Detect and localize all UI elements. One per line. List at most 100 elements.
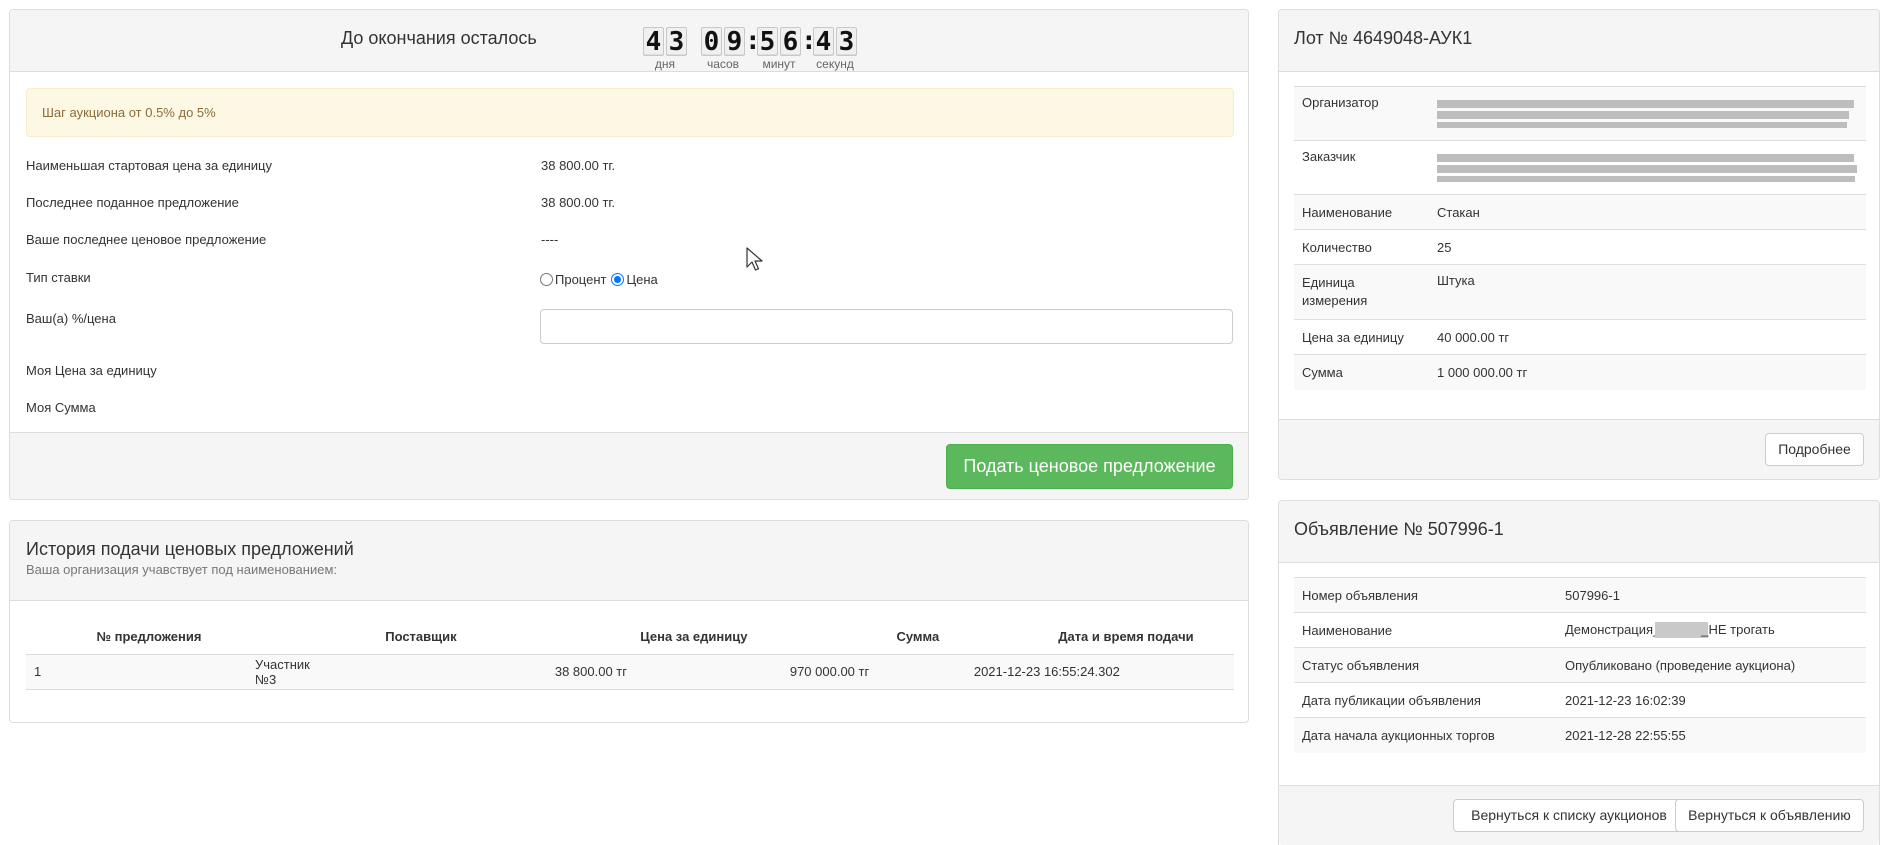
bet-type-radio-group: Процент Цена — [540, 272, 658, 287]
digit: 6 — [780, 27, 801, 56]
details-button[interactable]: Подробнее — [1765, 433, 1864, 466]
row-label: Единица измерения — [1294, 264, 1429, 320]
countdown-timer: 4 3 дня 0 9 часов : 5 6 минут: 4 3 секу… — [643, 27, 857, 71]
lot-title: Лот № 4649048-АУК1 — [1279, 10, 1879, 72]
table-row: Сумма 1 000 000.00 тг — [1294, 354, 1866, 390]
back-to-announcement-button[interactable]: Вернуться к объявлению — [1675, 799, 1864, 832]
table-row: Заказчик — [1294, 140, 1866, 195]
countdown-unit-days: дня — [654, 57, 676, 71]
table-row: Наименование Демонстрация_ _НЕ трогать — [1294, 612, 1866, 648]
back-to-list-button[interactable]: Вернуться к списку аукционов — [1453, 799, 1685, 832]
countdown-unit-hours: часов — [706, 57, 740, 71]
table-cell: 38 800.00 тг — [555, 654, 818, 690]
countdown-separator: : — [801, 26, 817, 56]
last-offer-value: 38 800.00 тг. — [541, 195, 616, 210]
your-last-offer-value: ---- — [541, 232, 559, 247]
row-value: Опубликовано (проведение аукциона) — [1557, 647, 1866, 683]
row-label: Наименование — [1294, 612, 1557, 648]
name-suffix: _НЕ трогать — [1701, 621, 1775, 637]
row-value: 25 — [1429, 229, 1866, 265]
digit: 0 — [701, 27, 722, 56]
row-label: Заказчик — [1294, 140, 1429, 195]
table-row: Дата начала аукционных торгов 2021-12-28… — [1294, 717, 1866, 753]
lot-footer: Подробнее — [1279, 419, 1879, 479]
organizer-value-redacted — [1429, 86, 1866, 141]
history-header: История подачи ценовых предложений Ваша … — [10, 521, 1248, 601]
countdown-days: 4 3 дня — [643, 27, 687, 71]
row-value: Демонстрация_ _НЕ трогать — [1557, 612, 1866, 648]
announcement-panel: Объявление № 507996-1 Номер объявления 5… — [1278, 500, 1880, 845]
table-row: 1 Участник №3 38 800.00 тг 970 000.00 тг… — [26, 654, 1234, 690]
table-row: Единица измерения Штука — [1294, 264, 1866, 320]
column-header: Поставщик — [272, 619, 570, 655]
countdown-minutes: 5 6 минут — [757, 27, 801, 71]
table-cell: 1 — [26, 654, 272, 690]
row-value: 40 000.00 тг — [1429, 319, 1866, 355]
row-value: 1 000 000.00 тг — [1429, 354, 1866, 390]
my-sum-label: Моя Сумма — [26, 400, 96, 415]
announcement-footer: Вернуться к списку аукционов Вернуться к… — [1279, 785, 1879, 845]
radio-price[interactable] — [611, 273, 625, 286]
lot-panel: Лот № 4649048-АУК1 Организатор Заказчик … — [1278, 9, 1880, 480]
row-value: Штука — [1429, 264, 1866, 320]
your-last-offer-label: Ваше последнее ценовое предложение — [26, 232, 267, 247]
table-row: Номер объявления 507996-1 — [1294, 577, 1866, 613]
countdown-label: До окончания осталось — [341, 28, 537, 48]
row-value: 507996-1 — [1557, 577, 1866, 613]
digit: 9 — [724, 27, 745, 56]
column-header: Цена за единицу — [569, 619, 818, 655]
radio-price-label[interactable]: Цена — [626, 272, 657, 287]
customer-value-redacted — [1429, 140, 1866, 195]
bet-type-label: Тип ставки — [26, 270, 91, 285]
countdown-separator: : — [745, 26, 761, 56]
table-row: Дата публикации объявления 2021-12-23 16… — [1294, 682, 1866, 718]
table-row: Наименование Стакан — [1294, 194, 1866, 230]
countdown-seconds: 4 3 секунд — [813, 27, 857, 71]
row-label: Наименование — [1294, 194, 1429, 230]
row-label: Цена за единицу — [1294, 319, 1429, 355]
name-prefix: Демонстрация_ — [1565, 621, 1661, 637]
row-label: Сумма — [1294, 354, 1429, 390]
row-label: Организатор — [1294, 86, 1429, 141]
table-row: Цена за единицу 40 000.00 тг — [1294, 319, 1866, 355]
digit: 4 — [643, 27, 664, 56]
submit-bid-button[interactable]: Подать ценовое предложение — [946, 444, 1233, 489]
history-subtitle: Ваша организация учавствует под наименов… — [26, 562, 338, 577]
lowest-start-price-value: 38 800.00 тг. — [541, 158, 616, 173]
digit: 4 — [813, 27, 834, 56]
row-label: Номер объявления — [1294, 577, 1557, 613]
row-value: 2021-12-28 22:55:55 — [1557, 717, 1866, 753]
last-offer-label: Последнее поданное предложение — [26, 195, 239, 210]
mouse-cursor-icon — [746, 247, 763, 271]
countdown-unit-minutes: минут — [762, 57, 796, 71]
announcement-info-table: Номер объявления 507996-1 Наименование Д… — [1294, 577, 1866, 753]
row-label: Статус объявления — [1294, 647, 1557, 683]
row-value: Стакан — [1429, 194, 1866, 230]
row-label: Дата публикации объявления — [1294, 682, 1557, 718]
column-header: Дата и время подачи — [1017, 619, 1234, 655]
history-title: История подачи ценовых предложений — [26, 539, 354, 559]
table-cell: 2021-12-23 16:55:24.302 — [974, 654, 1234, 690]
digit: 3 — [666, 27, 687, 56]
digit: 3 — [836, 27, 857, 56]
history-table: № предложения Поставщик Цена за единицу … — [26, 619, 1234, 690]
your-value-label: Ваш(а) %/цена — [26, 311, 116, 326]
radio-percent[interactable] — [540, 273, 553, 286]
lowest-start-price-label: Наименьшая стартовая цена за единицу — [26, 158, 273, 173]
bid-panel: До окончания осталось 4 3 дня 0 9 часов … — [9, 9, 1249, 500]
digit: 5 — [757, 27, 778, 56]
row-value: 2021-12-23 16:02:39 — [1557, 682, 1866, 718]
table-row: Количество 25 — [1294, 229, 1866, 265]
countdown-header: До окончания осталось 4 3 дня 0 9 часов … — [10, 10, 1248, 72]
auction-step-alert: Шаг аукциона от 0.5% до 5% — [26, 88, 1234, 137]
countdown-unit-seconds: секунд — [816, 57, 854, 71]
announcement-title: Объявление № 507996-1 — [1279, 501, 1879, 563]
table-cell: Участник №3 — [255, 654, 570, 690]
countdown-hours: 0 9 часов — [701, 27, 745, 71]
column-header: № предложения — [26, 619, 272, 655]
lot-info-table: Организатор Заказчик Наименование Стакан… — [1294, 86, 1866, 390]
bid-value-input[interactable] — [540, 309, 1233, 344]
radio-percent-label[interactable]: Процент — [555, 272, 606, 287]
table-row: Организатор — [1294, 86, 1866, 141]
my-unit-price-label: Моя Цена за единицу — [26, 363, 157, 378]
